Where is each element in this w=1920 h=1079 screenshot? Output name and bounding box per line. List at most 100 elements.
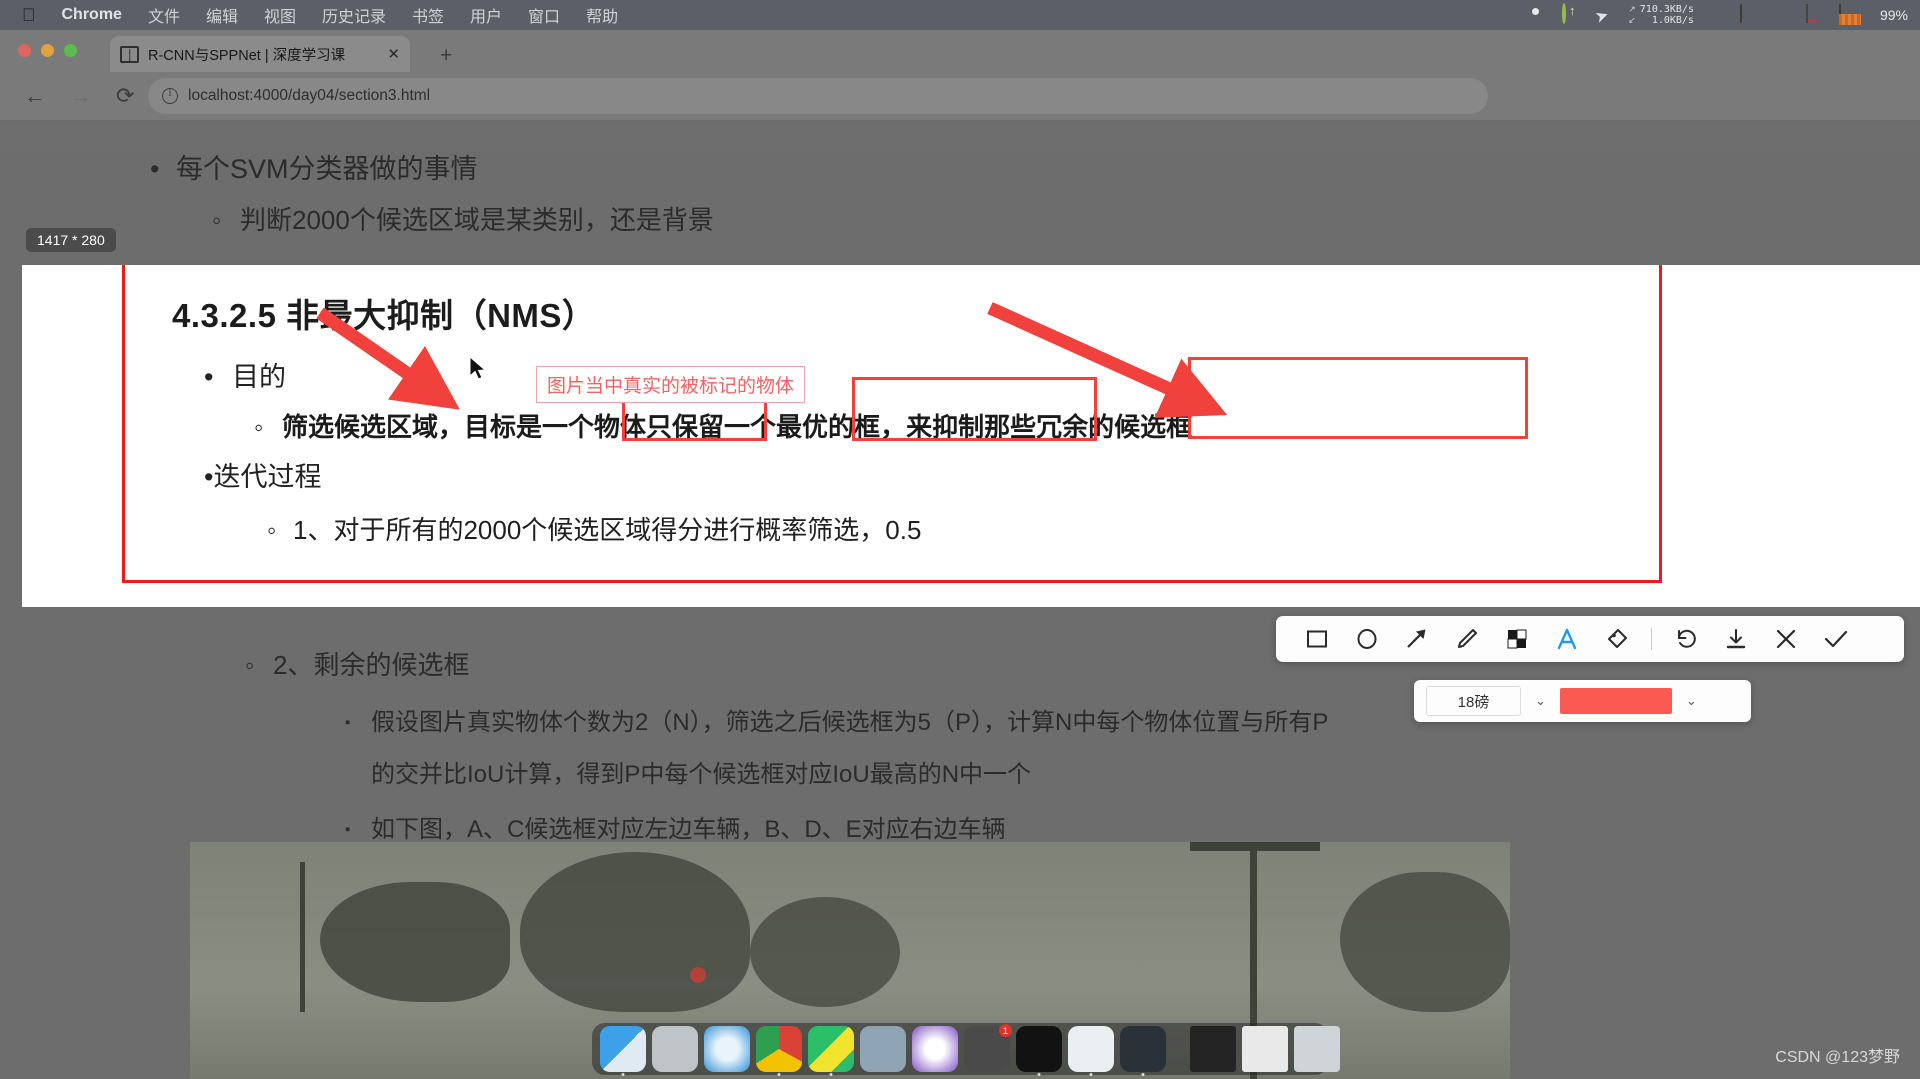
tag-tool[interactable] xyxy=(1592,616,1642,662)
recent-window-icon[interactable] xyxy=(1190,1026,1236,1072)
trash-icon[interactable] xyxy=(1294,1026,1340,1072)
menu-item-edit[interactable]: 编辑 xyxy=(206,3,238,27)
undo-button[interactable] xyxy=(1661,616,1711,662)
memory-icon[interactable] xyxy=(1773,5,1793,25)
menu-item-help[interactable]: 帮助 xyxy=(586,3,618,27)
menu-item-chrome[interactable]: Chrome xyxy=(62,6,122,24)
bullet-ring-icon: ◦ xyxy=(212,205,222,235)
hdd-usage-icon[interactable] xyxy=(1707,5,1727,25)
menu-item-view[interactable]: 视图 xyxy=(264,3,296,27)
list-item: ◦ 1、对于所有的2000个候选区域得分进行概率筛选，0.5 xyxy=(267,515,922,545)
text-tool[interactable] xyxy=(1542,616,1592,662)
bullet-dot-icon: • xyxy=(204,362,214,392)
menu-item-window[interactable]: 窗口 xyxy=(528,3,560,27)
menu-item-profiles[interactable]: 用户 xyxy=(470,3,502,27)
net-download-speed: 1.0KB/s xyxy=(1651,15,1694,26)
screen-root:  Chrome 文件 编辑 视图 历史记录 书签 用户 窗口 帮助 ➤ ↗↙ … xyxy=(0,0,1920,1079)
cell-temp-icon[interactable] xyxy=(1739,4,1760,25)
watermark: CSDN @123梦野 xyxy=(1775,1049,1900,1066)
menu-item-history[interactable]: 历史记录 xyxy=(322,3,386,27)
address-bar[interactable]: localhost:4000/day04/section3.html xyxy=(148,78,1488,114)
obs-icon[interactable] xyxy=(1120,1026,1166,1076)
menu-item-bookmarks[interactable]: 书签 xyxy=(412,3,444,27)
color-swatch[interactable] xyxy=(1559,688,1672,714)
typora-icon[interactable] xyxy=(1068,1026,1114,1076)
minimize-window-button[interactable] xyxy=(41,44,54,57)
font-size-chevron-down-icon[interactable]: ⌄ xyxy=(1535,693,1546,709)
upload-circle-icon[interactable] xyxy=(1562,3,1582,25)
safari-icon[interactable] xyxy=(704,1026,750,1072)
bullet-ring-icon: ◦ xyxy=(245,650,255,680)
cpu-graph-icon[interactable] xyxy=(1838,4,1863,25)
new-tab-button[interactable]: + xyxy=(440,44,452,68)
list-item-continuation: 的交并比IoU计算，得到P中每个候选框对应IoU最高的N中一个 xyxy=(371,761,1032,788)
macos-dock: 1 xyxy=(592,1023,1340,1076)
music-disc-icon[interactable] xyxy=(1529,5,1549,25)
rectangle-tool[interactable] xyxy=(1292,616,1342,662)
battery-percentage: 99% xyxy=(1879,7,1908,23)
pycharm-icon[interactable] xyxy=(808,1026,854,1076)
network-speed-indicator[interactable]: ↗ ↙ 710.3KB/s 1.0KB/s xyxy=(1628,4,1694,26)
download-button[interactable] xyxy=(1711,616,1761,662)
notification-badge: 1 xyxy=(999,1024,1012,1037)
font-size-value[interactable]: 18磅 xyxy=(1426,686,1521,716)
color-chevron-down-icon[interactable]: ⌄ xyxy=(1686,693,1697,709)
annotation-toolbar xyxy=(1276,616,1904,662)
pencil-tool[interactable] xyxy=(1442,616,1492,662)
ppt-icon[interactable] xyxy=(912,1026,958,1072)
annotation-box-best[interactable] xyxy=(852,377,1097,441)
keynote-icon[interactable] xyxy=(860,1026,906,1072)
tab-strip: R-CNN与SPPNet | 深度学习课 ✕ + xyxy=(0,30,1920,72)
url-text: localhost:4000/day04/section3.html xyxy=(188,87,431,104)
toolbar-divider xyxy=(1651,628,1652,650)
site-info-icon[interactable] xyxy=(162,87,178,104)
list-item: •迭代过程 xyxy=(204,462,322,492)
macos-menubar:  Chrome 文件 编辑 视图 历史记录 书签 用户 窗口 帮助 ➤ ↗↙ … xyxy=(0,0,1920,30)
annotation-box-suppress[interactable] xyxy=(1188,357,1528,439)
telegram-icon[interactable]: ➤ xyxy=(1592,2,1618,28)
battery-bar-icon[interactable] xyxy=(1805,4,1826,25)
ellipse-tool[interactable] xyxy=(1342,616,1392,662)
finder-icon[interactable] xyxy=(600,1026,646,1076)
back-button[interactable]: ← xyxy=(24,83,46,109)
terminal-icon[interactable] xyxy=(1016,1026,1062,1076)
bullet-ring-icon: ◦ xyxy=(267,515,277,545)
bullet-square-icon: ▪ xyxy=(345,714,351,731)
chrome-icon[interactable] xyxy=(756,1026,802,1076)
list-item: ▪ 假设图片真实物体个数为2（N），筛选之后候选框为5（P），计算N中每个物体位置… xyxy=(345,709,1329,736)
menu-item-file[interactable]: 文件 xyxy=(148,3,180,27)
close-button[interactable] xyxy=(1761,616,1811,662)
annotation-text-label[interactable]: 图片当中真实的被标记的物体 xyxy=(536,366,806,403)
mosaic-tool[interactable] xyxy=(1492,616,1542,662)
confirm-button[interactable] xyxy=(1811,616,1861,662)
close-window-button[interactable] xyxy=(18,44,31,57)
list-item: • 每个SVM分类器做的事情 xyxy=(150,154,478,184)
tab-close-icon[interactable]: ✕ xyxy=(387,45,400,63)
capture-size-badge: 1417 * 280 xyxy=(26,228,116,252)
toolbar-divider xyxy=(0,120,1920,122)
toolbar-row: ← → ⟳ localhost:4000/day04/section3.html xyxy=(0,72,1920,120)
mouse-cursor xyxy=(470,357,487,380)
arrow-tool[interactable] xyxy=(1392,616,1442,662)
bullet-ring-icon: ◦ xyxy=(254,412,264,442)
reload-button[interactable]: ⟳ xyxy=(116,83,134,109)
tab-title: R-CNN与SPPNet | 深度学习课 xyxy=(148,47,346,64)
net-upload-speed: 710.3KB/s xyxy=(1639,4,1694,15)
maximize-window-button[interactable] xyxy=(64,44,77,57)
text-style-bar: 18磅 ⌄ ⌄ xyxy=(1414,680,1751,722)
settings-icon[interactable]: 1 xyxy=(964,1024,1012,1072)
launchpad-icon[interactable] xyxy=(652,1026,698,1072)
forward-button[interactable]: → xyxy=(70,83,92,109)
bullet-dot-icon: • xyxy=(150,154,160,184)
screenshot-capture-region[interactable]: 4.3.2.5 非最大抑制（NMS） • 目的 ◦ 筛选候选区域，目标是一个物体只保… xyxy=(22,265,1920,607)
bullet-square-icon: ▪ xyxy=(345,821,351,838)
recent-doc-icon[interactable] xyxy=(1242,1026,1288,1072)
window-controls xyxy=(18,44,77,57)
apple-logo-icon[interactable]:  xyxy=(22,5,36,26)
network-arrows-icon: ↗ ↙ xyxy=(1628,4,1636,25)
capture-heading: 4.3.2.5 非最大抑制（NMS） xyxy=(172,297,596,334)
purpose-text-p1: 筛选候选区域，目标是 xyxy=(282,412,543,442)
menubar-status-area: ➤ ↗↙ 710.3KB/s 1.0KB/s 99% xyxy=(1529,0,1908,30)
list-item: ▪ 如下图，A、C候选框对应左边车辆，B、D、E对应右边车辆 xyxy=(345,816,1006,843)
browser-tab[interactable]: R-CNN与SPPNet | 深度学习课 ✕ xyxy=(110,36,410,72)
